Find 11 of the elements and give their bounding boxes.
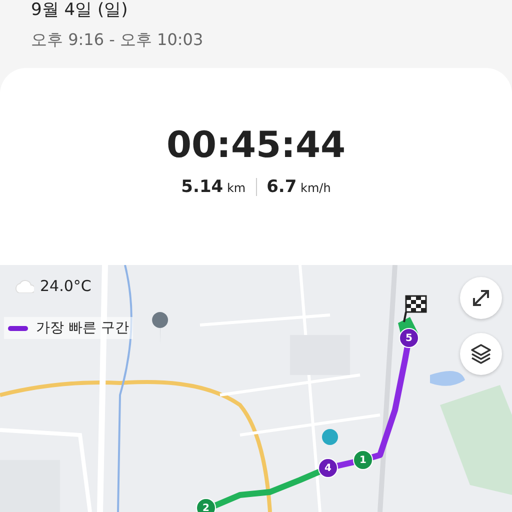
cloud-icon <box>14 280 34 292</box>
expand-icon <box>471 288 491 308</box>
distance-value: 5.14 km <box>181 177 246 197</box>
speed-value: 6.7 km/h <box>266 177 331 197</box>
duration: 00:45:44 <box>166 125 346 167</box>
time-range: 오후 9:16 - 오후 10:03 <box>31 30 204 50</box>
date-title: 9월 4일 (일) <box>31 0 128 21</box>
legend-label: 가장 빠른 구간 <box>36 319 129 337</box>
finish-flag-icon <box>400 295 428 323</box>
temperature: 24.0°C <box>40 277 92 295</box>
layers-icon <box>470 343 492 365</box>
